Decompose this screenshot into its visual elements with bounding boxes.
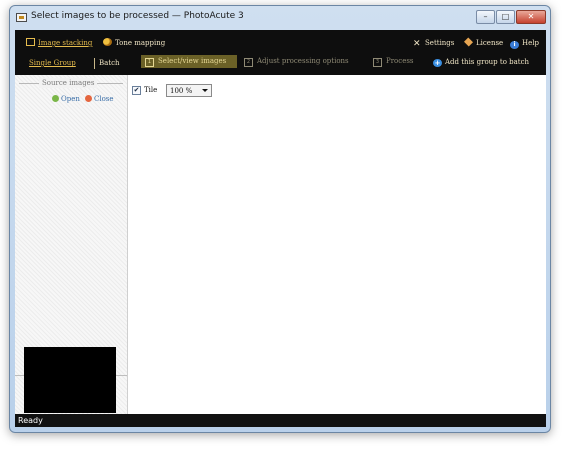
add-group-to-batch-button[interactable]: + Add this group to batch: [433, 57, 529, 67]
window-title: Select images to be processed — PhotoAcu…: [31, 11, 244, 21]
close-label: Close: [94, 95, 114, 103]
step-label: Select/view images: [158, 57, 227, 65]
step-process[interactable]: 3 Process: [369, 55, 418, 68]
tab-single-group[interactable]: Single Group: [29, 58, 76, 68]
settings-icon: ✕: [413, 39, 421, 49]
tone-mapping-icon: [103, 38, 112, 46]
chevron-down-icon: [202, 89, 208, 92]
tile-label: Tile: [144, 86, 158, 94]
open-button[interactable]: Open: [52, 94, 80, 104]
zoom-select[interactable]: 100 %: [166, 84, 212, 97]
zoom-value: 100 %: [170, 87, 193, 95]
settings-label: Settings: [425, 39, 455, 47]
client-area: Image stacking Tone mapping ✕ Settings Li…: [15, 30, 546, 427]
mode-image-stacking-label: Image stacking: [38, 39, 93, 47]
app-icon: [16, 13, 27, 22]
app-window: Select images to be processed — PhotoAcu…: [9, 5, 551, 433]
source-images-title: Source images: [39, 78, 98, 88]
settings-link[interactable]: ✕ Settings: [413, 38, 455, 49]
help-label: Help: [522, 39, 539, 47]
add-batch-icon: +: [433, 59, 442, 67]
help-link[interactable]: i Help: [510, 38, 539, 49]
close-source-button[interactable]: Close: [85, 94, 114, 104]
tab-batch[interactable]: Batch: [99, 58, 120, 68]
step-number: 1: [145, 58, 154, 67]
tab-separator: [94, 58, 95, 69]
top-toolbar: Image stacking Tone mapping ✕ Settings Li…: [15, 30, 546, 75]
preview-thumbnail: [24, 347, 116, 413]
step-number: 2: [244, 58, 253, 67]
image-view-area[interactable]: ✔ Tile 100 %: [128, 75, 546, 414]
license-label: License: [476, 39, 504, 47]
step-number: 3: [373, 58, 382, 67]
status-bar: Ready: [15, 414, 546, 427]
title-bar[interactable]: Select images to be processed — PhotoAcu…: [10, 6, 550, 30]
license-icon: [463, 37, 474, 47]
step-label: Adjust processing options: [257, 57, 349, 65]
mode-tone-mapping[interactable]: Tone mapping: [103, 38, 165, 48]
open-icon: [52, 95, 59, 102]
status-text: Ready: [18, 416, 43, 425]
add-batch-label: Add this group to batch: [445, 58, 530, 66]
help-icon: i: [510, 41, 519, 49]
image-stack-icon: [26, 38, 35, 46]
license-link[interactable]: License: [463, 37, 504, 48]
close-icon: [85, 95, 92, 102]
close-button[interactable]: ✕: [516, 10, 546, 24]
open-label: Open: [61, 95, 80, 103]
mode-image-stacking[interactable]: Image stacking: [26, 38, 92, 48]
step-select-view-images[interactable]: 1 Select/view images: [141, 55, 237, 68]
mode-tone-mapping-label: Tone mapping: [115, 39, 166, 47]
maximize-button[interactable]: □: [496, 10, 515, 24]
tile-checkbox[interactable]: ✔: [132, 86, 141, 95]
minimize-button[interactable]: –: [476, 10, 495, 24]
step-adjust-processing-options[interactable]: 2 Adjust processing options: [240, 55, 353, 68]
step-label: Process: [386, 57, 414, 65]
